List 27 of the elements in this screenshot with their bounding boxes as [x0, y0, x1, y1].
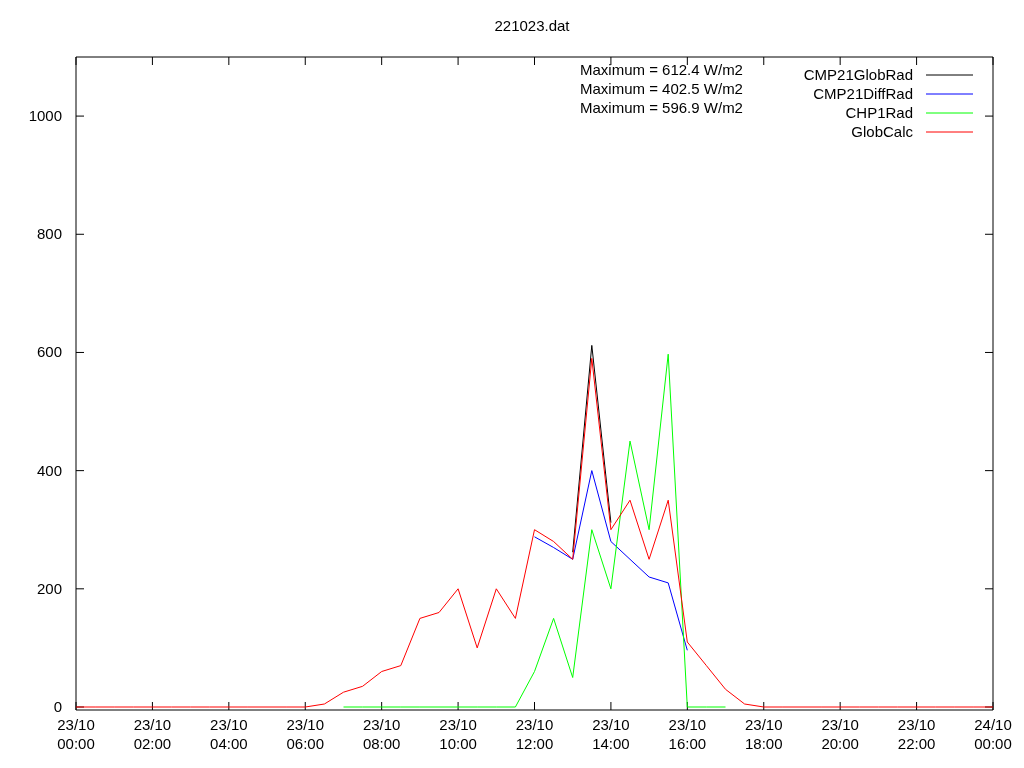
axis-tick-label: 23/10 18:00 — [745, 716, 783, 752]
legend-label: CMP21GlobRad — [803, 66, 913, 83]
annotation-text: Maximum = 612.4 W/m2 — [580, 61, 743, 78]
axis-tick-label: 23/10 20:00 — [821, 716, 859, 752]
chart-title: 221023.dat — [494, 17, 570, 34]
annotation-text: Maximum = 596.9 W/m2 — [580, 99, 743, 116]
axis-tick-label: 800 — [36, 225, 62, 243]
axis-tick-label: 23/10 12:00 — [515, 716, 554, 752]
axis-tick-label: 23/10 04:00 — [210, 716, 248, 752]
axis-tick-label: 23/10 10:00 — [439, 716, 477, 752]
axis-tick-label: 23/10 06:00 — [286, 716, 324, 752]
axis-tick-label: 23/10 02:00 — [133, 716, 172, 752]
axis-tick-label: 24/10 00:00 — [974, 716, 1012, 752]
axis-tick-label: 23/10 08:00 — [362, 716, 401, 752]
legend-label: CMP21DiffRad — [813, 85, 913, 102]
axis-tick-label: 0 — [53, 698, 62, 715]
annotation-text: Maximum = 402.5 W/m2 — [580, 80, 743, 97]
axis-tick-label: 23/10 22:00 — [897, 716, 936, 752]
axis-tick-label: 23/10 14:00 — [592, 716, 630, 752]
axis-tick-label: 23/10 16:00 — [668, 716, 707, 752]
axis-tick-label: 200 — [36, 579, 62, 597]
axis-tick-label: 23/10 00:00 — [57, 716, 95, 752]
axis-tick-label: 600 — [36, 343, 62, 361]
axis-tick-label: 400 — [36, 461, 62, 479]
axis-tick-label: 1000 — [28, 107, 62, 125]
legend-label: CHP1Rad — [845, 104, 913, 121]
legend-label: GlobCalc — [851, 123, 913, 140]
